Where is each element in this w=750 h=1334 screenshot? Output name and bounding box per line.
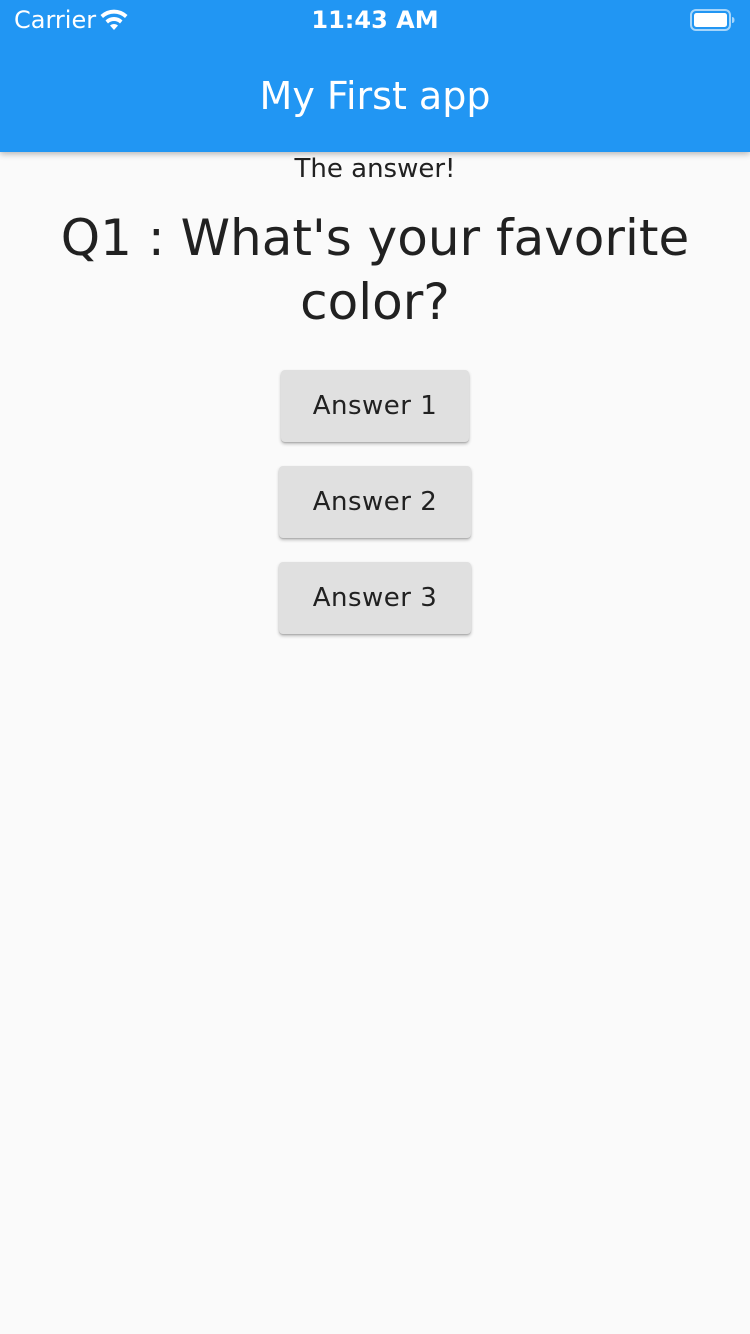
app-title: My First app	[259, 74, 491, 118]
question-text: Q1 : What's your favorite color?	[60, 209, 690, 331]
answer-1-button[interactable]: Answer 1	[281, 370, 469, 442]
main-content: The answer! Q1 : What's your favorite co…	[0, 152, 750, 1334]
battery-icon	[690, 8, 736, 36]
answer-3-button[interactable]: Answer 3	[279, 562, 471, 634]
status-time: 11:43 AM	[311, 6, 439, 34]
answer-text: The answer!	[294, 154, 456, 184]
answer-2-button[interactable]: Answer 2	[279, 466, 471, 538]
status-bar: Carrier 11:43 AM	[0, 0, 750, 40]
app-bar: Carrier 11:43 AM My First app	[0, 0, 750, 152]
